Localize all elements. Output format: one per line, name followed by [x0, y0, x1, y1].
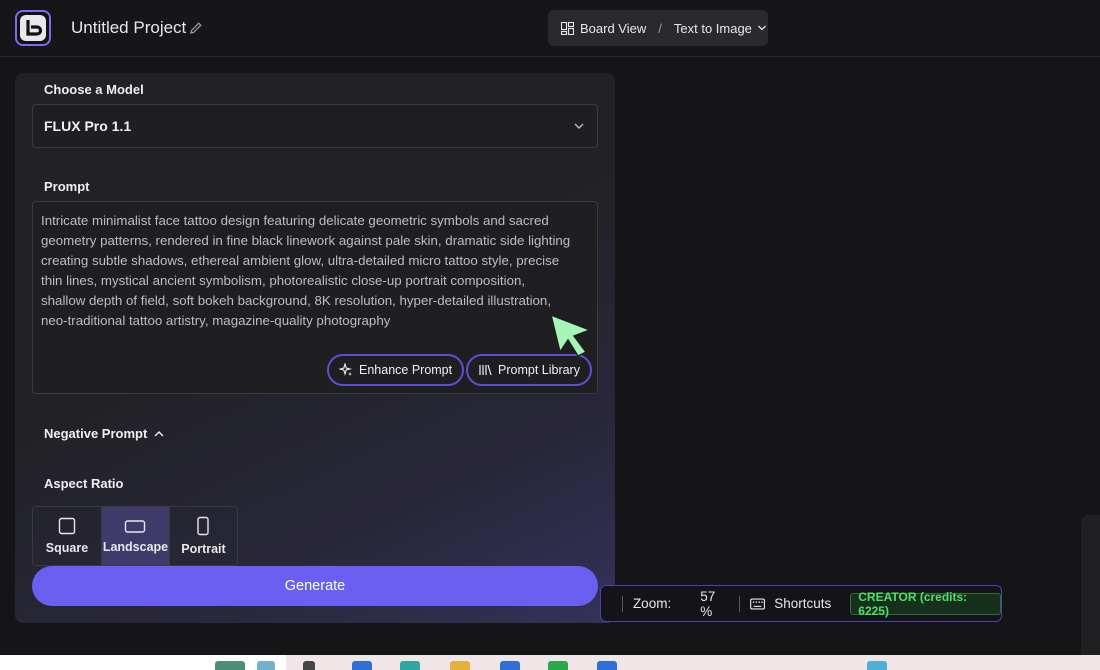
taskbar-app-icon[interactable] — [597, 661, 617, 670]
taskbar-app-icon[interactable] — [352, 661, 372, 670]
taskbar-app-icon[interactable] — [257, 661, 275, 670]
generate-button[interactable]: Generate — [32, 566, 598, 606]
project-title[interactable]: Untitled Project — [71, 18, 186, 38]
prompt-text[interactable]: Intricate minimalist face tattoo design … — [41, 211, 571, 331]
chevron-down-icon[interactable] — [757, 23, 767, 33]
ratio-square[interactable]: Square — [33, 507, 101, 565]
zoom-value[interactable]: 57 % — [700, 589, 729, 619]
chevron-up-icon — [154, 430, 164, 436]
top-bar: Untitled Project Board View / Text to Im… — [0, 0, 1100, 57]
model-value: FLUX Pro 1.1 — [44, 118, 132, 134]
taskbar-app-icon[interactable] — [548, 661, 568, 670]
negative-prompt-label: Negative Prompt — [44, 426, 148, 441]
generation-panel: Choose a Model FLUX Pro 1.1 Prompt Intri… — [15, 73, 615, 623]
ratio-portrait-label: Portrait — [181, 542, 226, 556]
shortcuts-button[interactable]: Shortcuts — [774, 596, 831, 611]
ratio-portrait[interactable]: Portrait — [168, 507, 237, 565]
taskbar-app-icon[interactable] — [303, 661, 315, 670]
prompt-textarea[interactable]: Intricate minimalist face tattoo design … — [32, 201, 598, 394]
mode-label[interactable]: Text to Image — [674, 21, 752, 36]
aspect-ratio-label: Aspect Ratio — [44, 476, 124, 491]
enhance-prompt-button[interactable]: Enhance Prompt — [327, 354, 465, 386]
negative-prompt-toggle[interactable]: Negative Prompt — [44, 426, 165, 441]
board-view-label[interactable]: Board View — [580, 21, 646, 36]
prompt-library-button[interactable]: Prompt Library — [466, 354, 592, 386]
model-label: Choose a Model — [44, 82, 144, 97]
credits-badge: CREATOR (credits: 6225) — [850, 590, 1001, 618]
landscape-icon — [125, 520, 146, 533]
ratio-landscape[interactable]: Landscape — [100, 507, 169, 565]
status-divider — [622, 595, 623, 612]
square-icon — [58, 517, 76, 535]
taskbar-app-icon[interactable] — [867, 661, 887, 670]
cursor-arrow-icon — [549, 313, 593, 357]
taskbar-app-icon[interactable] — [500, 661, 520, 670]
sparkle-icon — [339, 363, 353, 376]
keyboard-icon — [750, 597, 766, 610]
board-view-icon — [561, 21, 574, 35]
ratio-square-label: Square — [45, 541, 89, 555]
aspect-ratio-selector: Square Landscape Portrait — [32, 506, 238, 566]
taskbar-app-icon[interactable] — [400, 661, 420, 670]
os-taskbar — [0, 655, 1100, 670]
edit-pencil-icon[interactable] — [188, 20, 204, 36]
prompt-library-label: Prompt Library — [498, 363, 580, 377]
zoom-label: Zoom: — [632, 596, 672, 611]
ratio-landscape-label: Landscape — [102, 540, 169, 554]
library-icon — [479, 364, 492, 376]
taskbar-app-icon[interactable] — [450, 661, 470, 670]
breadcrumb-separator: / — [658, 20, 662, 36]
status-divider — [739, 595, 741, 612]
canvas-status-bar: Zoom: 57 % Shortcuts CREATOR (credits: 6… — [600, 585, 1002, 622]
app-logo[interactable] — [15, 10, 51, 46]
prompt-label: Prompt — [44, 179, 90, 194]
logo-icon — [20, 15, 46, 41]
right-side-panel-edge — [1081, 515, 1100, 655]
taskbar-app-icon[interactable] — [215, 661, 245, 670]
enhance-prompt-label: Enhance Prompt — [359, 363, 453, 377]
view-switcher[interactable]: Board View / Text to Image — [548, 10, 768, 46]
chevron-down-icon — [574, 123, 584, 129]
portrait-icon — [197, 516, 210, 536]
model-select[interactable]: FLUX Pro 1.1 — [32, 104, 598, 148]
